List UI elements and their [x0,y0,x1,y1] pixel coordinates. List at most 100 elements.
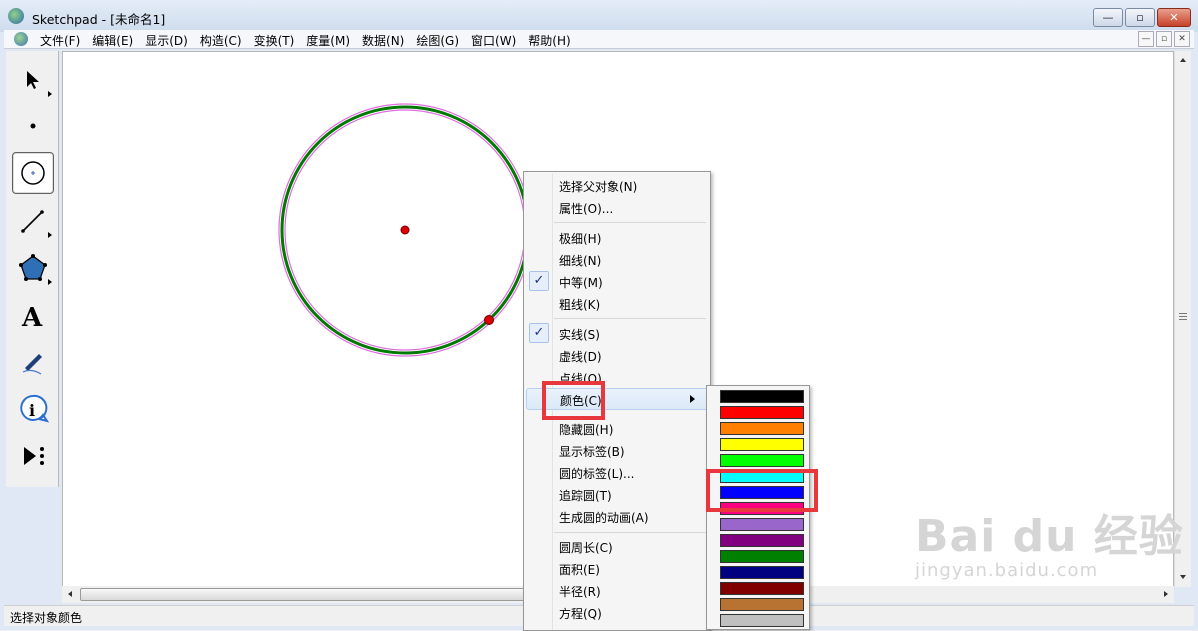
menu-label: 选择父对象(N) [559,180,638,194]
sketchpad-app-icon [8,8,24,24]
menu-label: 方程(Q) [559,607,602,621]
point-icon [30,123,36,129]
baidu-jingyan-watermark: Bai du 经验 jingyan.baidu.com [915,500,1184,581]
menu-measure[interactable]: 度量(M) [306,32,356,49]
color-swatch[interactable] [720,454,804,467]
menu-properties[interactable]: 属性(O)... [526,197,708,219]
menu-label: 属性(O)... [559,202,614,216]
menu-window[interactable]: 窗口(W) [471,32,522,49]
color-swatch[interactable] [720,534,804,547]
circle-radius-point[interactable] [484,315,494,325]
color-swatch[interactable] [720,518,804,531]
checkmark-icon: ✓ [529,323,549,343]
menu-label: 半径(R) [559,585,601,599]
selection-arrow-tool[interactable] [12,59,54,101]
color-swatch[interactable] [720,566,804,579]
custom-tool[interactable] [12,435,54,477]
menu-line-dashed[interactable]: 虚线(D) [526,345,708,367]
color-swatch[interactable] [720,582,804,595]
menu-display[interactable]: 显示(D) [145,32,194,49]
menu-file[interactable]: 文件(F) [40,32,86,49]
highlight-box-color-menu [542,381,605,420]
menu-equation[interactable]: 方程(Q) [526,602,708,624]
scroll-left-arrow-icon[interactable] [62,586,78,603]
menu-circumference[interactable]: 圆周长(C) [526,536,708,558]
menu-trace-circle[interactable]: 追踪圆(T) [526,484,708,506]
document-icon[interactable] [14,32,28,46]
menu-line-solid[interactable]: ✓ 实线(S) [526,323,708,345]
close-button[interactable]: ✕ [1157,8,1191,27]
maximize-button[interactable]: ▫ [1125,8,1155,27]
menu-hide-circle[interactable]: 隐藏圆(H) [526,418,708,440]
submenu-arrow-icon [690,395,695,403]
menu-transform[interactable]: 变换(T) [254,32,301,49]
menu-edit[interactable]: 编辑(E) [92,32,139,49]
info-icon: i [20,394,49,423]
menu-label: 隐藏圆(H) [559,423,614,437]
marker-pen-icon [22,354,42,375]
straightedge-tool[interactable] [12,200,54,242]
menu-help[interactable]: 帮助(H) [528,32,576,49]
menu-show-label[interactable]: 显示标签(B) [526,440,708,462]
menu-area[interactable]: 面积(E) [526,558,708,580]
doc-restore-button[interactable]: ▫ [1156,31,1172,47]
polygon-tool[interactable] [12,247,54,289]
watermark-main-text: Bai du 经验 [915,511,1184,562]
menu-radius[interactable]: 半径(R) [526,580,708,602]
text-tool[interactable]: A [12,294,54,336]
menu-select-parents[interactable]: 选择父对象(N) [526,175,708,197]
svg-text:i: i [29,401,35,420]
menu-bar: 文件(F) 编辑(E) 显示(D) 构造(C) 变换(T) 度量(M) 数据(N… [4,30,1194,49]
menu-label: 追踪圆(T) [559,489,612,503]
arrow-cursor-icon [27,71,39,89]
menu-label: 实线(S) [559,328,600,342]
marker-tool[interactable] [12,341,54,383]
color-swatch[interactable] [720,406,804,419]
color-swatch[interactable] [720,598,804,611]
menu-graph[interactable]: 绘图(G) [416,32,465,49]
app-window: Sketchpad - [未命名1] — ▫ ✕ 文件(F) 编辑(E) 显示(… [0,0,1198,631]
line-segment-icon [21,210,44,233]
menu-construct[interactable]: 构造(C) [200,32,248,49]
point-tool[interactable] [12,105,54,147]
color-swatch[interactable] [720,422,804,435]
color-swatch[interactable] [720,614,804,627]
compass-tool[interactable] [12,152,54,194]
menu-separator [554,532,706,533]
color-swatch[interactable] [720,438,804,451]
polygon-icon [19,254,47,281]
menu-circle-label[interactable]: 圆的标签(L)... [526,462,708,484]
menu-line-ultrathin[interactable]: 极细(H) [526,227,708,249]
menu-label: 极细(H) [559,232,602,246]
scroll-right-arrow-icon[interactable] [1158,586,1174,603]
status-text: 选择对象颜色 [10,611,83,625]
highlight-box-blue-swatch [706,469,818,512]
menu-line-thin[interactable]: 细线(N) [526,249,708,271]
minimize-button[interactable]: — [1093,8,1123,27]
compass-circle-icon [21,161,45,185]
checkmark-icon: ✓ [529,271,549,291]
color-swatch[interactable] [720,390,804,403]
menu-label: 显示标签(B) [559,445,625,459]
doc-close-button[interactable]: ✕ [1174,31,1190,47]
menu-label: 中等(M) [559,276,603,290]
svg-text:A: A [21,303,43,329]
text-a-icon: A [21,303,43,329]
menu-label: 圆周长(C) [559,541,613,555]
menu-animate-circle[interactable]: 生成圆的动画(A) [526,506,708,528]
menu-separator [554,318,706,319]
menu-label: 圆的标签(L)... [559,467,635,481]
menu-label: 面积(E) [559,563,600,577]
menu-line-thick[interactable]: 粗线(K) [526,293,708,315]
menu-label: 生成圆的动画(A) [559,511,649,525]
circle-center-point[interactable] [400,225,410,235]
custom-tools-icon [24,447,44,465]
menu-label: 虚线(D) [559,350,602,364]
color-swatch[interactable] [720,550,804,563]
information-tool[interactable]: i [12,388,54,430]
doc-minimize-button[interactable]: — [1138,31,1154,47]
menu-data[interactable]: 数据(N) [362,32,410,49]
toolbox: A i [6,51,59,487]
menu-separator [554,222,706,223]
menu-line-medium[interactable]: ✓ 中等(M) [526,271,708,293]
